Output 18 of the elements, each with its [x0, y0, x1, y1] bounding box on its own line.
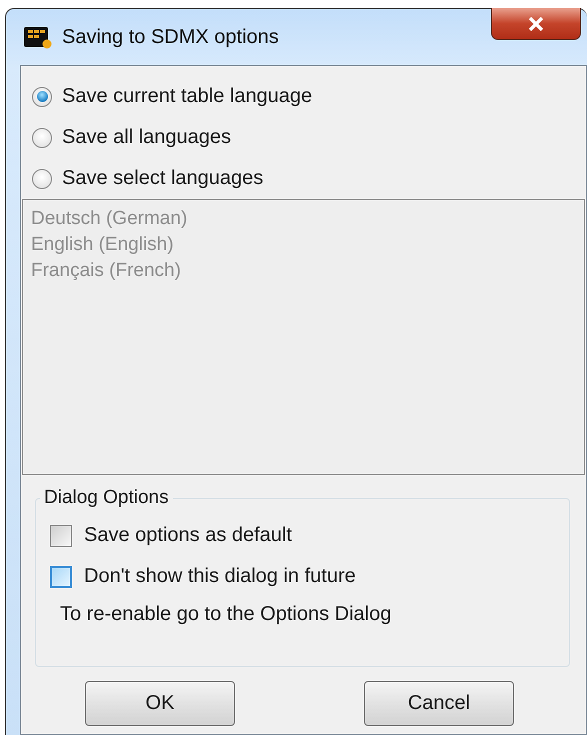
- cancel-button[interactable]: Cancel: [364, 681, 514, 726]
- window-title: Saving to SDMX options: [62, 26, 279, 48]
- radio-label[interactable]: Save select languages: [62, 167, 264, 190]
- checkbox[interactable]: [50, 566, 72, 588]
- hint-text: To re-enable go to the Options Dialog: [60, 603, 392, 626]
- checkbox-label[interactable]: Don't show this dialog in future: [84, 565, 356, 588]
- app-icon: [24, 25, 52, 49]
- checkbox-label[interactable]: Save options as default: [84, 524, 292, 547]
- radio-button[interactable]: [32, 86, 52, 106]
- radio-button[interactable]: [32, 168, 52, 188]
- radio-button[interactable]: [32, 128, 52, 148]
- ok-button[interactable]: OK: [85, 681, 235, 726]
- radio-label[interactable]: Save all languages: [62, 126, 232, 149]
- close-icon: [528, 16, 544, 30]
- group-title: Dialog Options: [43, 487, 170, 509]
- checkbox[interactable]: [50, 524, 72, 546]
- close-button[interactable]: [491, 8, 581, 40]
- radio-label[interactable]: Save current table language: [62, 85, 312, 108]
